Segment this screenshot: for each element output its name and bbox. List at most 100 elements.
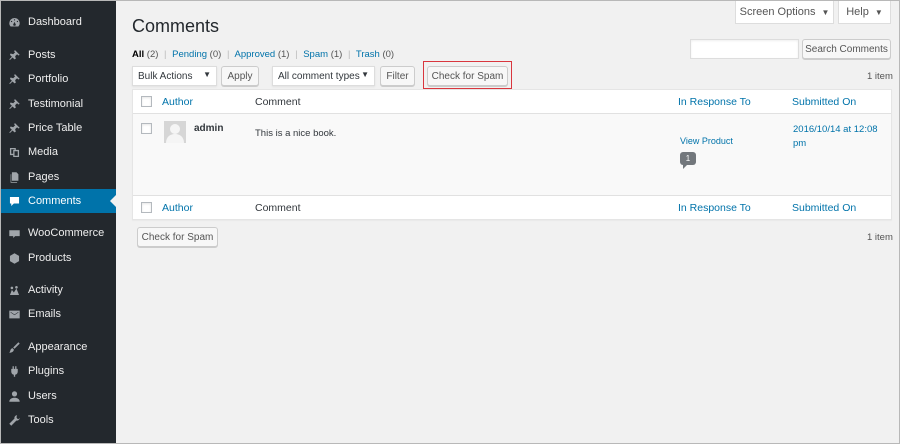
help-label: Help [846, 6, 869, 18]
sidebar-item-label: Users [28, 390, 57, 402]
caret-down-icon: ▼ [361, 70, 369, 79]
submitted-date-link[interactable]: 2016/10/14 at 12:08 pm [793, 123, 888, 151]
bulk-actions-select[interactable]: Bulk Actions ▼ [132, 66, 217, 86]
table-footer: Author Comment In Response To Submitted … [133, 195, 891, 219]
filter-separator: | [164, 49, 167, 60]
comment-type-select[interactable]: All comment types ▼ [272, 66, 375, 86]
sidebar-item-portfolio[interactable]: Portfolio [1, 67, 116, 91]
sidebar-item-tools[interactable]: Tools [1, 408, 116, 432]
apply-button[interactable]: Apply [221, 66, 259, 86]
sidebar-item-price-table[interactable]: Price Table [1, 116, 116, 140]
avatar-silhouette-icon [166, 124, 184, 143]
email-icon [7, 307, 21, 321]
wrench-icon [7, 413, 21, 427]
filter-trash-count: (0) [382, 49, 395, 60]
sidebar-item-dashboard[interactable]: Dashboard [1, 10, 116, 34]
media-icon [7, 145, 21, 159]
sidebar-item-label: Appearance [28, 341, 88, 353]
pin-icon [7, 72, 21, 86]
filter-button[interactable]: Filter [380, 66, 415, 86]
woocommerce-icon [7, 226, 21, 240]
sidebar-item-label: Media [28, 146, 58, 158]
sidebar-item-label: Posts [28, 49, 56, 61]
filter-spam-count: (1) [330, 49, 343, 60]
column-submitted-on[interactable]: Submitted On [792, 202, 856, 214]
column-comment: Comment [255, 96, 301, 108]
sidebar-item-label: Tools [28, 414, 54, 426]
sidebar-item-woocommerce[interactable]: WooCommerce [1, 221, 116, 245]
select-all-checkbox[interactable] [141, 96, 152, 107]
caret-down-icon: ▼ [203, 70, 211, 79]
sidebar-item-label: Emails [28, 308, 62, 320]
column-author[interactable]: Author [162, 202, 193, 214]
sidebar-item-label: Activity [28, 284, 63, 296]
filter-separator: | [226, 49, 230, 60]
filter-approved[interactable]: Approved [235, 49, 276, 60]
column-comment: Comment [255, 202, 301, 214]
column-in-response-to[interactable]: In Response To [678, 96, 751, 108]
column-in-response-to[interactable]: In Response To [678, 202, 751, 214]
users-icon [7, 389, 21, 403]
sidebar-item-label: Testimonial [28, 98, 84, 110]
wp-admin-window: Dashboard Posts Portfolio Testimonial Pr… [0, 0, 900, 444]
filter-trash[interactable]: Trash [356, 49, 380, 60]
sidebar-item-users[interactable]: Users [1, 384, 116, 408]
sidebar-item-products[interactable]: Products [1, 246, 116, 270]
comment-count-bubble[interactable]: 1 [680, 152, 696, 169]
sidebar-item-testimonial[interactable]: Testimonial [1, 92, 116, 116]
pin-icon [7, 48, 21, 62]
column-submitted-on[interactable]: Submitted On [792, 96, 856, 108]
filter-pending-count: (0) [209, 49, 222, 60]
sidebar-item-label: WooCommerce [28, 227, 105, 239]
screen-options-button[interactable]: Screen Options ▼ [735, 1, 834, 24]
sidebar-item-label: Pages [28, 171, 60, 183]
sidebar-item-comments[interactable]: Comments [1, 189, 116, 213]
sidebar-item-label: Products [28, 252, 72, 264]
highlight-box [423, 61, 512, 89]
products-icon [7, 251, 21, 265]
sidebar-item-label: Price Table [28, 122, 83, 134]
comment-text: This is a nice book. [255, 128, 337, 139]
comments-table: Author Comment In Response To Submitted … [132, 89, 892, 220]
view-product-link[interactable]: View Product [680, 136, 733, 146]
bulk-actions-value: Bulk Actions [138, 70, 193, 82]
dashboard-icon [7, 15, 21, 29]
filter-pending[interactable]: Pending [172, 49, 207, 60]
column-author[interactable]: Author [162, 96, 193, 108]
sidebar-item-label: Plugins [28, 365, 65, 377]
select-all-checkbox-footer[interactable] [141, 202, 152, 213]
screen-options-label: Screen Options [739, 6, 816, 18]
search-comments-button[interactable]: Search Comments [802, 39, 891, 59]
pin-icon [7, 97, 21, 111]
filter-all-count: (2) [146, 49, 159, 60]
filter-separator: | [295, 49, 298, 60]
sidebar-item-pages[interactable]: Pages [1, 165, 116, 189]
pin-icon [7, 121, 21, 135]
items-count: 1 item [867, 71, 893, 82]
table-header: Author Comment In Response To Submitted … [133, 90, 891, 114]
search-comments-input[interactable] [690, 39, 799, 59]
page-title: Comments [132, 16, 220, 36]
row-checkbox[interactable] [141, 123, 152, 134]
sidebar-item-plugins[interactable]: Plugins [1, 359, 116, 383]
filter-approved-count: (1) [277, 49, 290, 60]
activity-icon [7, 283, 21, 297]
sidebar-item-media[interactable]: Media [1, 140, 116, 164]
check-for-spam-button-bottom[interactable]: Check for Spam [137, 227, 218, 247]
filter-all[interactable]: All [132, 49, 144, 60]
sidebar-item-emails[interactable]: Emails [1, 302, 116, 326]
caret-down-icon: ▼ [874, 7, 883, 17]
table-row: admin This is a nice book. View Product … [133, 114, 891, 195]
items-count-bottom: 1 item [867, 232, 893, 243]
comment-type-value: All comment types [278, 70, 360, 82]
sidebar-item-posts[interactable]: Posts [1, 43, 116, 67]
sidebar-item-appearance[interactable]: Appearance [1, 335, 116, 359]
help-button[interactable]: Help ▼ [838, 1, 891, 24]
filter-separator: | [347, 49, 351, 60]
comment-author[interactable]: admin [194, 123, 223, 134]
caret-down-icon: ▼ [821, 7, 830, 17]
avatar [164, 121, 186, 143]
sidebar-item-activity[interactable]: Activity [1, 278, 116, 302]
filter-spam[interactable]: Spam [303, 49, 328, 60]
pages-icon [7, 170, 21, 184]
